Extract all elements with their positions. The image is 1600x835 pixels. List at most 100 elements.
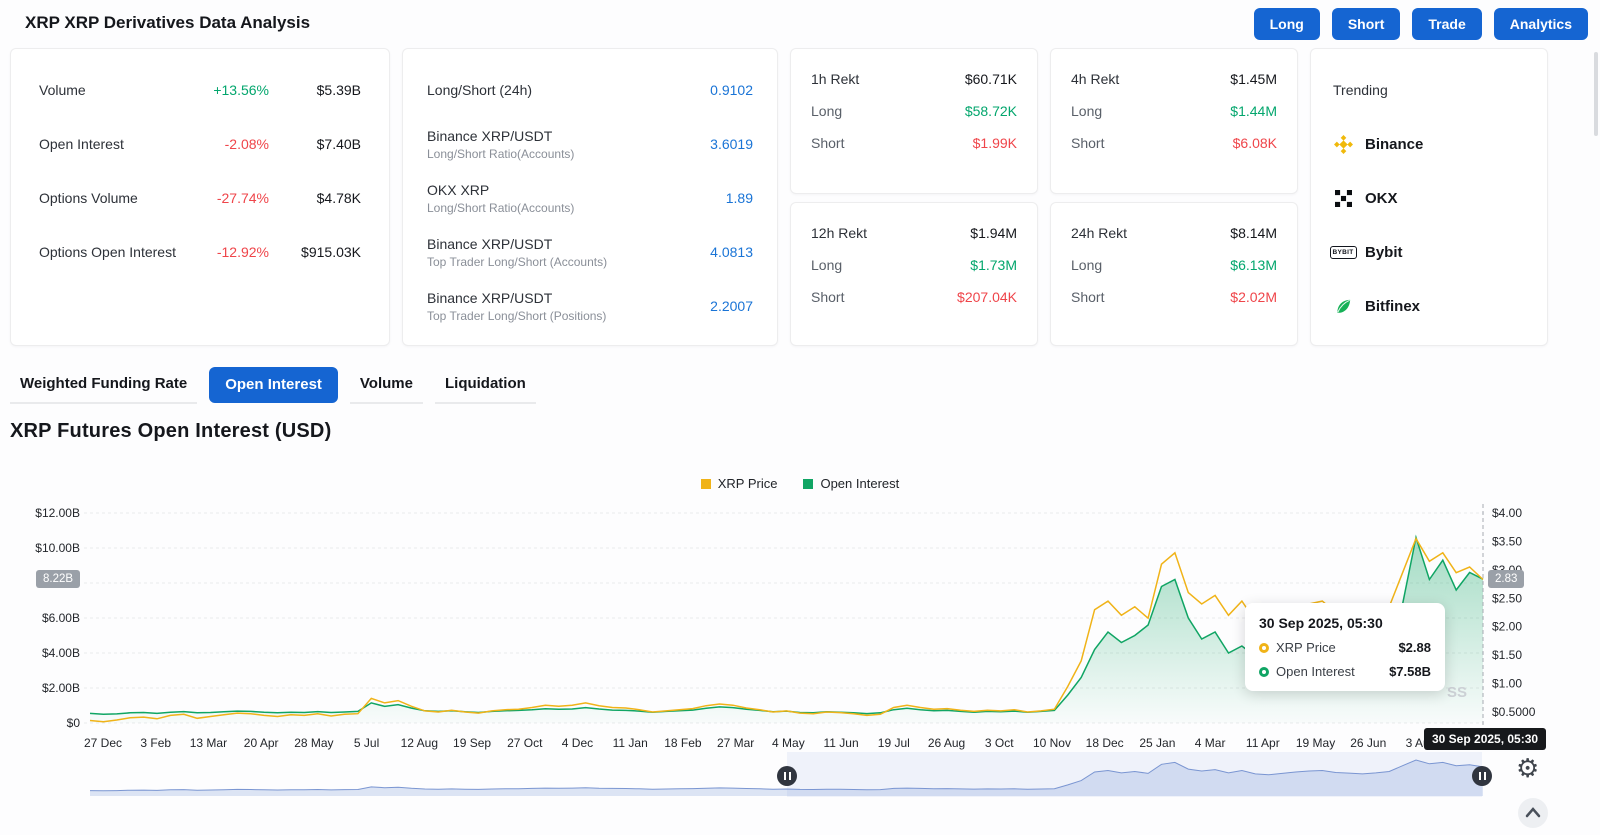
svg-text:18 Dec: 18 Dec xyxy=(1086,736,1124,750)
svg-text:$0.5000: $0.5000 xyxy=(1492,705,1536,719)
ratio-sublabel: Long/Short Ratio(Accounts) xyxy=(427,201,726,215)
market-stats-card: Volume+13.56%$5.39BOpen Interest-2.08%$7… xyxy=(10,48,390,346)
scrollbar-thumb[interactable] xyxy=(1594,52,1598,136)
rekt-long-label: Long xyxy=(1071,257,1102,273)
rekt-short-label: Short xyxy=(1071,289,1104,305)
rekt-total-value: $1.45M xyxy=(1230,71,1277,87)
trending-title: Trending xyxy=(1333,63,1525,117)
trade-button[interactable]: Trade xyxy=(1412,8,1481,40)
svg-text:3 Feb: 3 Feb xyxy=(140,736,171,750)
ratio-label: Binance XRP/USDT xyxy=(427,128,710,144)
short-button[interactable]: Short xyxy=(1332,8,1401,40)
chart-navigator[interactable] xyxy=(90,752,1483,797)
watermark: SS xyxy=(1447,684,1467,701)
tooltip-series-label: Open Interest xyxy=(1276,664,1382,679)
legend-item: XRP Price xyxy=(701,476,778,491)
svg-text:19 Jul: 19 Jul xyxy=(878,736,910,750)
rekt-short-value: $2.02M xyxy=(1230,289,1277,305)
binance-icon xyxy=(1333,134,1353,154)
rekt-short-label: Short xyxy=(811,135,844,151)
current-price-badge: 2.83 xyxy=(1488,570,1524,588)
ratio-value: 0.9102 xyxy=(710,82,753,98)
rekt-total-value: $8.14M xyxy=(1230,225,1277,241)
ratio-value: 3.6019 xyxy=(710,136,753,152)
settings-gear-icon[interactable]: ⚙ xyxy=(1516,756,1539,782)
rekt-total-value: $1.94M xyxy=(970,225,1017,241)
rekt-long-value: $6.13M xyxy=(1230,257,1277,273)
trending-item-bybit[interactable]: BYBITBybit xyxy=(1333,225,1525,279)
stat-label: Open Interest xyxy=(39,136,183,152)
stat-value: $915.03K xyxy=(269,244,361,260)
rekt-24h-card: 24h Rekt $8.14M Long $6.13M Short $2.02M xyxy=(1050,202,1298,346)
svg-text:$1.50: $1.50 xyxy=(1492,648,1522,662)
svg-text:$1.00: $1.00 xyxy=(1492,677,1522,691)
ratio-label: Long/Short (24h) xyxy=(427,82,710,98)
rekt-short-label: Short xyxy=(811,289,844,305)
stat-row: Options Volume-27.74%$4.78K xyxy=(39,171,361,225)
tab-liquidation[interactable]: Liquidation xyxy=(435,366,536,404)
market-stats-rows: Volume+13.56%$5.39BOpen Interest-2.08%$7… xyxy=(39,63,361,279)
stat-row: Open Interest-2.08%$7.40B xyxy=(39,117,361,171)
rekt-period-label: 4h Rekt xyxy=(1071,71,1119,87)
stat-value: $5.39B xyxy=(269,82,361,98)
navigator-selection[interactable] xyxy=(787,752,1482,797)
svg-text:$12.00B: $12.00B xyxy=(35,506,80,520)
stat-value: $4.78K xyxy=(269,190,361,206)
ratio-label: Binance XRP/USDT xyxy=(427,236,710,252)
ratio-value: 4.0813 xyxy=(710,244,753,260)
svg-text:$0: $0 xyxy=(67,716,81,730)
trending-item-binance[interactable]: Binance xyxy=(1333,117,1525,171)
svg-text:26 Jun: 26 Jun xyxy=(1350,736,1386,750)
trending-item-okx[interactable]: OKX xyxy=(1333,171,1525,225)
svg-text:11 Apr: 11 Apr xyxy=(1246,736,1280,750)
trending-card: Trending Binance OKX BYBITBybitBitfinex xyxy=(1310,48,1548,346)
tooltip-series-value: $7.58B xyxy=(1389,664,1431,679)
scroll-to-top-button[interactable] xyxy=(1518,798,1548,828)
tab-weighted-funding-rate[interactable]: Weighted Funding Rate xyxy=(10,366,197,404)
legend-item: Open Interest xyxy=(803,476,899,491)
trending-item-bitfinex[interactable]: Bitfinex xyxy=(1333,279,1525,333)
tooltip-row: XRP Price $2.88 xyxy=(1259,640,1431,655)
bitfinex-icon xyxy=(1333,296,1353,316)
chart-section-title: XRP Futures Open Interest (USD) xyxy=(10,420,331,443)
rekt-long-value: $1.73M xyxy=(970,257,1017,273)
chart-tooltip: 30 Sep 2025, 05:30 XRP Price$2.88Open In… xyxy=(1245,603,1445,691)
ratio-value: 1.89 xyxy=(726,190,753,206)
tab-volume[interactable]: Volume xyxy=(350,366,423,404)
svg-text:27 Mar: 27 Mar xyxy=(717,736,754,750)
ratio-labels: Binance XRP/USDTLong/Short Ratio(Account… xyxy=(427,128,710,161)
chart-area: $12.00B$10.00B$8.00B$6.00B$4.00B$2.00B$0… xyxy=(0,470,1600,835)
rekt-period-label: 24h Rekt xyxy=(1071,225,1127,241)
page-title: XRP XRP Derivatives Data Analysis xyxy=(25,13,310,33)
long-short-ratio-rows: Long/Short (24h)0.9102Binance XRP/USDTLo… xyxy=(427,63,753,333)
svg-text:26 Aug: 26 Aug xyxy=(928,736,965,750)
ratio-row: Binance XRP/USDTTop Trader Long/Short (A… xyxy=(427,225,753,279)
long-button[interactable]: Long xyxy=(1254,8,1320,40)
svg-text:25 Jan: 25 Jan xyxy=(1139,736,1175,750)
navigator-handle-right[interactable] xyxy=(1472,766,1492,786)
svg-text:20 Apr: 20 Apr xyxy=(244,736,279,750)
rekt-period-label: 12h Rekt xyxy=(811,225,867,241)
analytics-button[interactable]: Analytics xyxy=(1494,8,1588,40)
stat-change: -2.08% xyxy=(183,136,269,152)
stat-value: $7.40B xyxy=(269,136,361,152)
stat-row: Options Open Interest-12.92%$915.03K xyxy=(39,225,361,279)
rekt-long-value: $1.44M xyxy=(1230,103,1277,119)
navigator-handle-left[interactable] xyxy=(777,766,797,786)
tab-open-interest[interactable]: Open Interest xyxy=(209,367,338,403)
svg-text:$2.00: $2.00 xyxy=(1492,620,1522,634)
stat-label: Options Volume xyxy=(39,190,183,206)
stat-label: Options Open Interest xyxy=(39,244,183,260)
legend-swatch xyxy=(701,479,711,489)
ratio-row: Binance XRP/USDTTop Trader Long/Short (P… xyxy=(427,279,753,333)
svg-text:$6.00B: $6.00B xyxy=(42,611,80,625)
tooltip-series-label: XRP Price xyxy=(1276,640,1391,655)
ratio-labels: Binance XRP/USDTTop Trader Long/Short (P… xyxy=(427,290,710,323)
ratio-labels: OKX XRPLong/Short Ratio(Accounts) xyxy=(427,182,726,215)
svg-text:$10.00B: $10.00B xyxy=(35,541,80,555)
exchange-name: OKX xyxy=(1365,190,1398,207)
chevron-up-icon xyxy=(1518,798,1548,828)
tooltip-series-value: $2.88 xyxy=(1398,640,1431,655)
series-dot xyxy=(1259,667,1269,677)
trending-items: Binance OKX BYBITBybitBitfinex xyxy=(1333,117,1525,333)
